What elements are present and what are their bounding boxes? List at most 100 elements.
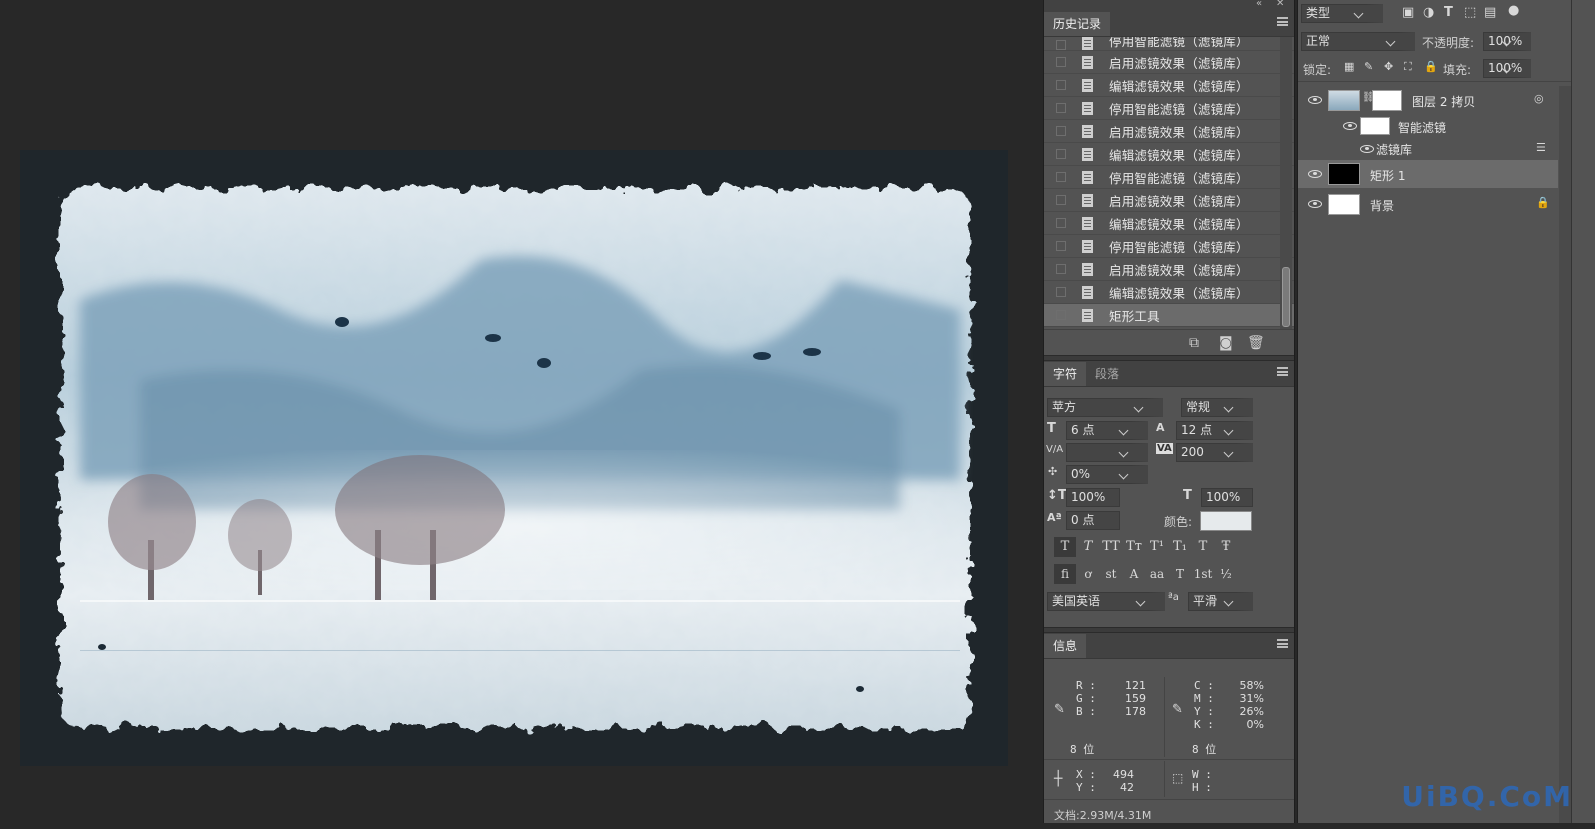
opentype-feature-button[interactable]: A [1123,564,1145,584]
history-source-checkbox[interactable] [1056,195,1066,205]
history-item[interactable]: 启用滤镜效果（滤镜库） [1044,120,1294,143]
opentype-feature-button[interactable]: ơ [1077,564,1099,584]
layer-name[interactable]: 矩形 1 [1370,167,1405,184]
character-menu-icon[interactable] [1277,367,1288,376]
history-source-checkbox[interactable] [1056,40,1066,50]
font-family-select[interactable]: 苹方 [1047,398,1163,417]
text-style-button[interactable]: Tт [1123,537,1145,557]
anti-alias-select[interactable]: 平滑 [1188,592,1253,611]
visibility-eye-icon[interactable] [1308,96,1322,104]
history-item[interactable]: 编辑滤镜效果（滤镜库） [1044,281,1294,304]
opentype-feature-button[interactable]: 1st [1192,564,1214,584]
lock-transparent-icon[interactable]: ▦ [1344,60,1354,73]
layers-scrollbar[interactable] [1559,86,1571,823]
filter-shape-icon[interactable]: ⬚ [1464,5,1476,20]
leading-field[interactable]: 12 点 [1176,421,1253,440]
history-item[interactable]: 启用滤镜效果（滤镜库） [1044,258,1294,281]
history-item[interactable]: 停用智能滤镜（滤镜库） [1044,97,1294,120]
filter-toggle-icon[interactable]: ● [1508,3,1519,18]
opentype-feature-button[interactable]: ½ [1215,564,1237,584]
history-item[interactable]: 编辑滤镜效果（滤镜库） [1044,74,1294,97]
delete-trash-icon[interactable]: 🗑 [1247,335,1265,351]
tab-paragraph[interactable]: 段落 [1086,362,1128,386]
document-canvas-area[interactable] [0,0,1040,823]
history-item[interactable]: 停用智能滤镜（滤镜库） [1044,166,1294,189]
history-source-checkbox[interactable] [1056,310,1066,320]
history-source-checkbox[interactable] [1056,80,1066,90]
filter-pixel-icon[interactable]: ▣ [1402,5,1414,20]
kerning-field[interactable] [1066,443,1148,462]
layer-row-background[interactable]: 背景 🔒 [1298,190,1558,218]
text-style-button[interactable]: T [1054,537,1076,557]
tracking-field[interactable]: 200 [1176,443,1253,462]
opentype-feature-button[interactable]: ﬁ [1054,564,1076,584]
history-item[interactable]: 启用滤镜效果（滤镜库） [1044,51,1294,74]
info-menu-icon[interactable] [1277,639,1288,648]
text-style-button[interactable]: T [1077,537,1099,557]
lock-position-icon[interactable]: ✥ [1384,60,1393,73]
document-image[interactable] [20,150,1008,766]
text-style-button[interactable]: Ŧ [1215,537,1237,557]
history-source-checkbox[interactable] [1056,241,1066,251]
history-item[interactable]: 矩形工具 [1044,304,1294,327]
filter-type-icon[interactable]: T [1444,5,1453,20]
layer-row-copy[interactable]: ⛓ 图层 2 拷贝 ◎ [1298,86,1558,114]
layer-row-rectangle[interactable]: 矩形 1 [1298,160,1558,188]
opentype-feature-button[interactable]: st [1100,564,1122,584]
history-list[interactable]: 停用智能滤镜（滤镜库） 启用滤镜效果（滤镜库） 编辑滤镜效果（滤镜库） 停用智能滤镜（… [1044,37,1294,329]
text-style-button[interactable]: T₁ [1169,537,1191,557]
font-size-field[interactable]: 6 点 [1066,421,1148,440]
lock-artboard-icon[interactable]: ⛶ [1404,60,1412,74]
layer-filter-kind-select[interactable]: 类型 [1301,4,1383,23]
history-source-checkbox[interactable] [1056,172,1066,182]
tab-history[interactable]: 历史记录 [1044,12,1111,36]
snapshot-camera-icon[interactable]: ◙ [1219,335,1233,351]
opacity-field[interactable]: 100% [1483,32,1531,51]
opentype-feature-button[interactable]: aa [1146,564,1168,584]
filter-adjustment-icon[interactable]: ◑ [1423,5,1434,20]
smart-filters-row[interactable]: 智能滤镜 [1298,114,1558,138]
filter-smart-object-icon[interactable]: ▤ [1484,5,1496,20]
visibility-eye-icon[interactable] [1360,145,1374,153]
visibility-eye-icon[interactable] [1308,200,1322,208]
tsume-field[interactable]: 0% [1066,465,1148,484]
history-source-checkbox[interactable] [1056,218,1066,228]
history-scrollbar[interactable] [1280,37,1292,329]
blend-mode-select[interactable]: 正常 [1301,32,1415,51]
lock-image-icon[interactable]: ✎ [1364,60,1373,73]
history-item[interactable]: 停用智能滤镜（滤镜库） [1044,37,1294,51]
history-item[interactable]: 编辑滤镜效果（滤镜库） [1044,212,1294,235]
layer-mask-thumbnail[interactable] [1372,90,1402,111]
font-style-select[interactable]: 常规 [1181,398,1253,417]
baseline-shift-field[interactable]: 0 点 [1066,511,1120,530]
lock-all-icon[interactable]: 🔒 [1424,60,1438,73]
layers-list[interactable]: ⛓ 图层 2 拷贝 ◎ 智能滤镜 滤镜库 ☰ 矩形 1 背景 🔒 [1298,86,1558,823]
history-item[interactable]: 停用智能滤镜（滤镜库） [1044,235,1294,258]
close-icon[interactable]: ✕ [1276,0,1284,9]
history-source-checkbox[interactable] [1056,57,1066,67]
layer-name[interactable]: 图层 2 拷贝 [1412,93,1475,110]
text-style-button[interactable]: T [1192,537,1214,557]
history-item[interactable]: 编辑滤镜效果（滤镜库） [1044,143,1294,166]
tab-info[interactable]: 信息 [1044,634,1087,658]
horizontal-scale-field[interactable]: 100% [1201,488,1253,507]
new-document-from-state-icon[interactable]: ⧉ [1189,335,1199,351]
tab-character[interactable]: 字符 [1044,362,1087,386]
text-color-swatch[interactable] [1200,511,1252,531]
filter-mask-thumbnail[interactable] [1360,117,1390,135]
history-item[interactable]: 启用滤镜效果（滤镜库） [1044,189,1294,212]
history-source-checkbox[interactable] [1056,149,1066,159]
layer-name[interactable]: 背景 [1370,197,1394,214]
visibility-eye-icon[interactable] [1308,170,1322,178]
history-source-checkbox[interactable] [1056,103,1066,113]
visibility-eye-icon[interactable] [1343,122,1357,130]
text-style-button[interactable]: TT [1100,537,1122,557]
vertical-scale-field[interactable]: 100% [1066,488,1120,507]
fill-field[interactable]: 100% [1483,59,1531,78]
opentype-feature-button[interactable]: T [1169,564,1191,584]
text-style-button[interactable]: T¹ [1146,537,1168,557]
history-source-checkbox[interactable] [1056,126,1066,136]
filter-gallery-row[interactable]: 滤镜库 ☰ [1298,138,1558,160]
history-menu-icon[interactable] [1277,17,1288,26]
language-select[interactable]: 美国英语 [1047,592,1165,611]
